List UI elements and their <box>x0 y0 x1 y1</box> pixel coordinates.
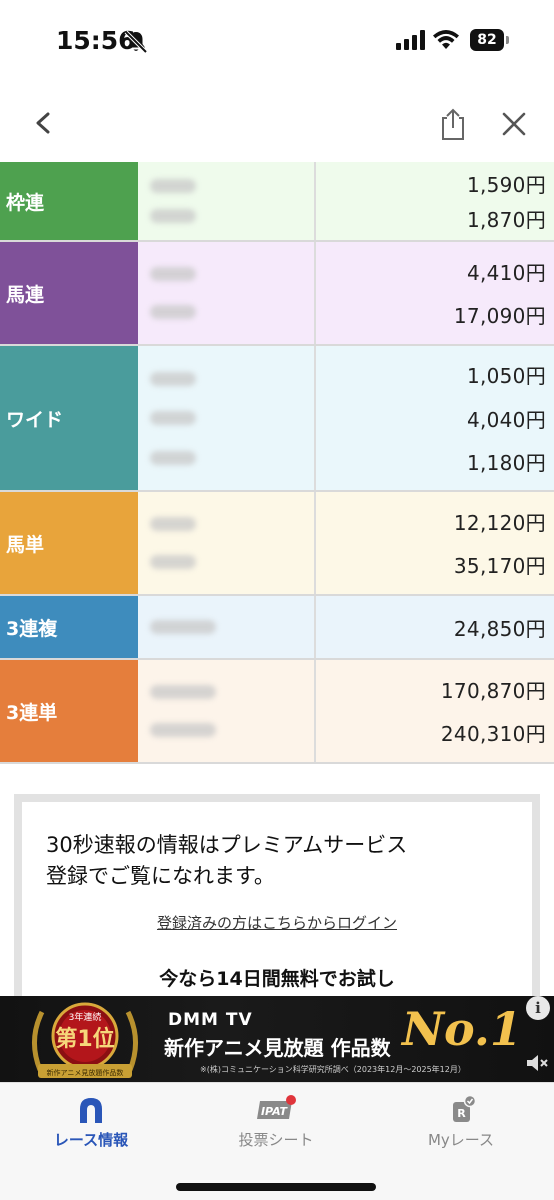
payout-amount-column: 4,410円 17,090円 <box>316 242 554 344</box>
payout-amount: 1,050円 <box>466 364 546 389</box>
payout-row: 枠連 1,590円 1,870円 <box>0 162 554 242</box>
tab-bar: レース情報 IPAT 投票シート R Myレース <box>0 1082 554 1200</box>
ad-no1: No.1 <box>402 1002 522 1056</box>
close-icon[interactable] <box>496 106 532 142</box>
share-icon[interactable] <box>436 106 470 142</box>
blurred-combination <box>150 620 216 634</box>
combination-column <box>138 242 316 344</box>
combination-column <box>138 596 316 658</box>
bet-type-label: ワイド <box>0 346 138 490</box>
badge-main-text: 第1位 <box>55 1026 114 1052</box>
back-chevron-icon[interactable] <box>26 104 62 142</box>
tab-my-race[interactable]: R Myレース <box>386 1091 536 1155</box>
payout-amount: 240,310円 <box>440 722 546 747</box>
payout-row: 3連単 170,870円 240,310円 <box>0 660 554 764</box>
tab-label: Myレース <box>427 1131 495 1149</box>
mute-icon[interactable] <box>524 1052 550 1074</box>
blurred-combination <box>150 178 196 193</box>
payout-amount: 24,850円 <box>453 616 546 641</box>
combination-column <box>138 346 316 490</box>
payout-amount-column: 24,850円 <box>316 596 554 658</box>
payout-amount-column: 1,590円 1,870円 <box>316 162 554 240</box>
bet-type-label: 馬連 <box>0 242 138 344</box>
login-link[interactable]: 登録済みの方はこちらからログイン <box>157 914 397 932</box>
blurred-combination <box>150 371 196 386</box>
payout-amount: 4,410円 <box>466 260 546 285</box>
blurred-combination <box>150 209 196 224</box>
payout-row: ワイド 1,050円 4,040円 1,180円 <box>0 346 554 492</box>
free-trial-text[interactable]: 今なら14日間無料でお試し <box>22 964 532 991</box>
badge-top-text: 3年連続 <box>69 1011 102 1023</box>
premium-notice-panel: 30秒速報の情報はプレミアムサービス 登録でご覧になれます。 登録済みの方はこち… <box>14 794 540 1004</box>
my-race-icon: R <box>453 1095 477 1122</box>
ad-banner[interactable]: 3年連続 第1位 新作アニメ見放題作品数 DMM TV 新作アニメ見放題 作品数… <box>0 996 554 1082</box>
award-badge-icon: 3年連続 第1位 新作アニメ見放題作品数 <box>32 1002 138 1078</box>
wifi-icon <box>433 30 459 49</box>
home-indicator <box>176 1183 376 1191</box>
tab-voting-sheet[interactable]: IPAT 投票シート <box>201 1091 351 1155</box>
bet-type-label: 枠連 <box>0 162 138 240</box>
payout-amount: 1,870円 <box>466 208 546 233</box>
blurred-combination <box>150 516 196 531</box>
status-bar: 15:56 82 <box>0 0 554 84</box>
ad-footnote: ※(株)コミュニケーション科学研究所調べ（2023年12月〜2025年12月） <box>200 1065 466 1074</box>
tab-race-info[interactable]: レース情報 <box>16 1091 166 1155</box>
blurred-combination <box>150 411 196 425</box>
payout-amount-column: 170,870円 240,310円 <box>316 660 554 762</box>
combination-column <box>138 162 316 240</box>
tab-label: 投票シート <box>238 1131 314 1149</box>
ad-info-icon[interactable]: i <box>526 996 550 1020</box>
blurred-combination <box>150 305 196 320</box>
navigation-bar <box>0 84 554 162</box>
payout-amount: 1,590円 <box>466 172 546 197</box>
payout-amount: 17,090円 <box>453 304 546 329</box>
notification-dot-icon <box>286 1095 296 1105</box>
payout-amount: 4,040円 <box>466 407 546 432</box>
my-race-badge-text: R <box>457 1107 466 1120</box>
tab-label: レース情報 <box>53 1131 129 1149</box>
payout-row: 3連複 24,850円 <box>0 596 554 660</box>
payout-amount: 170,870円 <box>440 678 546 703</box>
blurred-combination <box>150 684 216 699</box>
cellular-signal-icon <box>396 30 425 50</box>
blurred-combination <box>150 723 216 738</box>
payout-row: 馬単 12,120円 35,170円 <box>0 492 554 596</box>
ipat-badge-text: IPAT <box>261 1105 289 1118</box>
bet-type-label: 3連複 <box>0 596 138 658</box>
blurred-combination <box>150 266 196 281</box>
premium-message-line: 30秒速報の情報はプレミアムサービス <box>46 833 408 857</box>
battery-tip <box>506 36 509 44</box>
payout-amount: 12,120円 <box>453 510 546 535</box>
payout-amount-column: 1,050円 4,040円 1,180円 <box>316 346 554 490</box>
payout-table: 枠連 1,590円 1,870円馬連 4,410円 17,090円ワイド 1,050円 4,… <box>0 162 554 764</box>
blurred-combination <box>150 555 196 570</box>
combination-column <box>138 660 316 762</box>
payout-amount: 35,170円 <box>453 554 546 579</box>
payout-amount: 1,180円 <box>466 450 546 475</box>
login-link-row: 登録済みの方はこちらからログイン <box>22 912 532 933</box>
combination-column <box>138 492 316 594</box>
premium-message: 30秒速報の情報はプレミアムサービス 登録でご覧になれます。 <box>46 830 516 892</box>
horseshoe-icon <box>80 1098 102 1123</box>
bell-muted-icon <box>124 30 148 54</box>
ipat-icon: IPAT <box>257 1095 296 1119</box>
ad-brand: DMM TV <box>168 1010 253 1030</box>
battery-indicator: 82 <box>470 29 510 51</box>
payout-amount-column: 12,120円 35,170円 <box>316 492 554 594</box>
blurred-combination <box>150 450 196 465</box>
bet-type-label: 馬単 <box>0 492 138 594</box>
battery-level: 82 <box>470 29 504 51</box>
badge-sub-text: 新作アニメ見放題作品数 <box>47 1068 124 1077</box>
payout-row: 馬連 4,410円 17,090円 <box>0 242 554 346</box>
ad-headline: 新作アニメ見放題 作品数 <box>164 1036 391 1060</box>
premium-message-line: 登録でご覧になれます。 <box>46 864 275 888</box>
bet-type-label: 3連単 <box>0 660 138 762</box>
